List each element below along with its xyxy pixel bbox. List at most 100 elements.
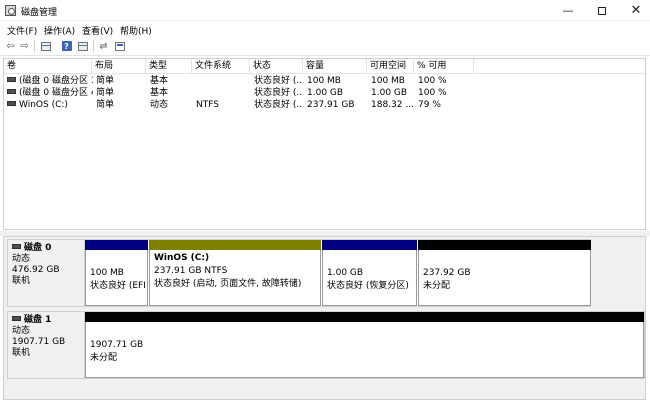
type-cell: 基本 <box>150 88 169 98</box>
window-icon <box>114 41 125 51</box>
column-header-percent-free[interactable]: % 可用 <box>414 59 474 74</box>
volume-name-cell: (磁盘 0 磁盘分区 1) <box>7 75 93 87</box>
capacity-cell: 1.00 GB <box>307 88 344 98</box>
partition-efi[interactable]: 100 MB 状态良好 (EFI 系 <box>85 240 148 306</box>
percent-free-cell: 79 % <box>418 100 441 110</box>
title-bar: 磁盘管理 — ✕ <box>0 0 650 21</box>
free-space-cell: 1.00 GB <box>371 88 408 98</box>
partition-details: 100 MB 状态良好 (EFI 系 <box>85 250 148 306</box>
volume-name: (磁盘 0 磁盘分区 1) <box>19 76 93 86</box>
toolbar-separator <box>34 40 35 52</box>
menu-view[interactable]: 查看(V) <box>82 24 113 37</box>
partition-details: WinOS (C:) 237.91 GB NTFS 状态良好 (启动, 页面文件… <box>149 250 321 306</box>
back-arrow-icon: ⇦ <box>6 40 15 52</box>
forward-arrow-icon: ⇨ <box>20 40 29 52</box>
menu-help[interactable]: 帮助(H) <box>120 24 152 37</box>
percent-free-cell: 100 % <box>418 88 447 98</box>
disk-status: 联机 <box>12 348 31 358</box>
partition-size: 237.91 GB NTFS <box>154 266 228 276</box>
partition-size: 100 MB <box>90 268 124 278</box>
volume-name: WinOS (C:) <box>19 100 68 110</box>
volume-row[interactable]: (磁盘 0 磁盘分区 4) 简单 基本 状态良好 (... 1.00 GB 1.… <box>4 87 645 99</box>
volume-icon <box>7 101 16 106</box>
disk-size: 476.92 GB <box>12 265 60 275</box>
volume-row[interactable]: WinOS (C:) 简单 动态 NTFS 状态良好 (... 237.91 G… <box>4 99 645 111</box>
minimize-button[interactable]: — <box>554 0 582 21</box>
status-cell: 状态良好 (... <box>254 100 303 110</box>
close-icon: ✕ <box>630 3 642 18</box>
column-header-volume[interactable]: 卷 <box>4 59 92 74</box>
free-space-cell: 188.32 ... <box>371 100 414 110</box>
partition-size: 237.92 GB <box>423 268 471 278</box>
menu-bar: 文件(F) 操作(A) 查看(V) 帮助(H) <box>0 21 650 37</box>
disk-name: 磁盘 0 <box>24 243 52 253</box>
console-button[interactable] <box>76 40 89 52</box>
type-cell: 基本 <box>150 76 169 86</box>
partition-details: 1907.71 GB 未分配 <box>85 322 644 378</box>
maximize-button[interactable] <box>588 0 616 21</box>
menu-action[interactable]: 操作(A) <box>44 24 75 37</box>
partition-name: WinOS (C:) <box>154 253 210 263</box>
column-header-capacity[interactable]: 容量 <box>303 59 367 74</box>
disk-0-partitions: 100 MB 状态良好 (EFI 系 WinOS (C:) 237.91 GB … <box>84 239 591 307</box>
partition-unallocated[interactable]: 237.92 GB 未分配 <box>418 240 591 306</box>
column-header-layout[interactable]: 布局 <box>92 59 146 74</box>
filesystem-cell: NTFS <box>196 100 219 110</box>
properties-icon <box>40 41 51 51</box>
close-button[interactable]: ✕ <box>622 0 650 21</box>
partition-status: 未分配 <box>90 353 118 363</box>
menu-file[interactable]: 文件(F) <box>7 24 37 37</box>
volume-name-cell: WinOS (C:) <box>7 99 93 111</box>
properties-button[interactable] <box>39 40 52 52</box>
window-button[interactable] <box>113 40 126 52</box>
volume-row[interactable]: (磁盘 0 磁盘分区 1) 简单 基本 状态良好 (... 100 MB 100… <box>4 75 645 87</box>
disk-type: 动态 <box>12 326 31 336</box>
partition-color-bar <box>322 240 417 250</box>
partition-color-bar <box>85 312 644 322</box>
status-cell: 状态良好 (... <box>254 88 303 98</box>
partition-color-bar <box>149 240 321 250</box>
partition-status: 状态良好 (EFI 系 <box>90 281 147 291</box>
partition-winos-c[interactable]: WinOS (C:) 237.91 GB NTFS 状态良好 (启动, 页面文件… <box>149 240 321 306</box>
disk-graphical-view: 磁盘 0 动态 476.92 GB 联机 100 MB 状态良好 (EFI 系 … <box>3 236 646 400</box>
connect-button[interactable]: ⇌ <box>97 40 110 52</box>
partition-name <box>327 254 416 267</box>
disk-status: 联机 <box>12 276 31 286</box>
disk-name-line: 磁盘 1 <box>12 315 84 326</box>
forward-button[interactable]: ⇨ <box>18 40 31 52</box>
column-header-free-space[interactable]: 可用空间 <box>367 59 414 74</box>
disk-0-info[interactable]: 磁盘 0 动态 476.92 GB 联机 <box>7 239 84 307</box>
disk-1-info[interactable]: 磁盘 1 动态 1907.71 GB 联机 <box>7 311 84 379</box>
window-title: 磁盘管理 <box>21 8 58 18</box>
partition-recovery[interactable]: 1.00 GB 状态良好 (恢复分区) <box>322 240 417 306</box>
disk-icon <box>12 244 21 249</box>
column-header-type[interactable]: 类型 <box>146 59 192 74</box>
help-icon: ? <box>61 41 72 51</box>
column-header-status[interactable]: 状态 <box>250 59 303 74</box>
maximize-icon <box>598 6 606 15</box>
partition-size: 1907.71 GB <box>90 340 144 350</box>
percent-free-cell: 100 % <box>418 76 447 86</box>
partition-size: 1.00 GB <box>327 268 364 278</box>
partition-name <box>90 254 147 267</box>
minimize-icon: — <box>562 4 574 17</box>
volume-icon <box>7 89 16 94</box>
disk-icon <box>12 316 21 321</box>
back-button[interactable]: ⇦ <box>4 40 17 52</box>
volume-list[interactable]: 卷 布局 类型 文件系统 状态 容量 可用空间 % 可用 (磁盘 0 磁盘分区 … <box>3 58 646 230</box>
partition-status: 状态良好 (启动, 页面文件, 故障转储) <box>154 279 302 289</box>
disk-name-line: 磁盘 0 <box>12 243 84 254</box>
partition-status: 状态良好 (恢复分区) <box>327 281 409 291</box>
layout-cell: 简单 <box>96 76 115 86</box>
partition-unallocated[interactable]: 1907.71 GB 未分配 <box>85 312 644 378</box>
help-button[interactable]: ? <box>60 40 73 52</box>
capacity-cell: 237.91 GB <box>307 100 355 110</box>
console-icon <box>77 41 88 51</box>
disk-1-partitions: 1907.71 GB 未分配 <box>84 311 645 379</box>
disk-type: 动态 <box>12 254 31 264</box>
partition-name <box>90 326 643 339</box>
toolbar: ⇦ ⇨ ? ⇌ <box>0 37 650 56</box>
column-header-filesystem[interactable]: 文件系统 <box>192 59 250 74</box>
toolbar-separator <box>93 40 94 52</box>
status-cell: 状态良好 (... <box>254 76 303 86</box>
